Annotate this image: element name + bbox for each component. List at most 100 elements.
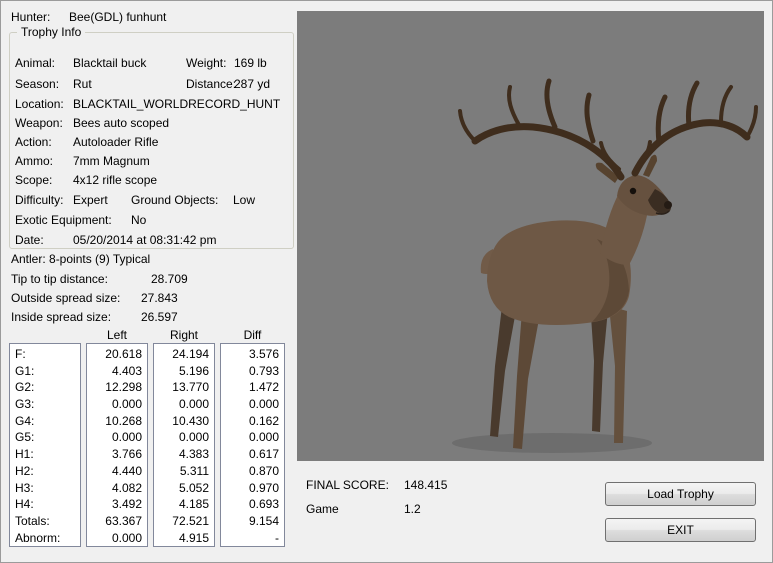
ground-objects-label: Ground Objects: [131,193,218,208]
hunter-value: Bee(GDL) funhunt [69,10,166,25]
diff-value: 0.693 [221,496,284,513]
diff-value: 9.154 [221,513,284,530]
outside-spread-label: Outside spread size: [11,291,120,306]
row-label: G3: [10,396,80,413]
left-value: 12.298 [87,379,147,396]
animal-value: Blacktail buck [73,56,146,71]
left-values-list: 20.618 4.403 12.298 0.000 10.268 0.000 3… [86,343,148,547]
season-label: Season: [15,77,59,92]
left-value: 0.000 [87,429,147,446]
diff-value: - [221,530,284,547]
left-value: 3.766 [87,446,147,463]
measure-labels-list: F: G1: G2: G3: G4: G5: H1: H2: H3: H4: T… [9,343,81,547]
row-label: H1: [10,446,80,463]
weight-label: Weight: [186,56,226,71]
right-value: 4.185 [154,496,214,513]
right-value: 13.770 [154,379,214,396]
row-label: G1: [10,363,80,380]
diff-value: 0.162 [221,413,284,430]
col-header-right: Right [153,328,215,343]
exotic-equipment-value: No [131,213,146,228]
right-value: 5.311 [154,463,214,480]
row-label: G5: [10,429,80,446]
left-value: 63.367 [87,513,147,530]
col-header-left: Left [86,328,148,343]
right-value: 10.430 [154,413,214,430]
diff-value: 3.576 [221,346,284,363]
diff-values-list: 3.576 0.793 1.472 0.000 0.162 0.000 0.61… [220,343,285,547]
row-label: H4: [10,496,80,513]
row-label: G4: [10,413,80,430]
inside-spread-label: Inside spread size: [11,310,111,325]
left-value: 20.618 [87,346,147,363]
right-values-list: 24.194 5.196 13.770 0.000 10.430 0.000 4… [153,343,215,547]
trophy-window: Hunter: Bee(GDL) funhunt Trophy Info Ani… [0,0,773,563]
tip-to-tip-label: Tip to tip distance: [11,272,108,287]
date-value: 05/20/2014 at 08:31:42 pm [73,233,216,248]
season-value: Rut [73,77,92,92]
weight-value: 169 lb [234,56,267,71]
left-value: 4.082 [87,480,147,497]
trophy-info-title: Trophy Info [17,25,85,40]
hunter-label: Hunter: [11,10,50,25]
trophy-3d-viewer[interactable] [297,11,764,461]
right-value: 5.052 [154,480,214,497]
final-score-value: 148.415 [404,478,447,493]
location-value: BLACKTAIL_WORLDRECORD_HUNT [73,97,280,112]
row-label: Abnorm: [10,530,80,547]
game-value: 1.2 [404,502,421,517]
row-label: G2: [10,379,80,396]
right-value: 0.000 [154,429,214,446]
right-value: 5.196 [154,363,214,380]
right-value: 24.194 [154,346,214,363]
outside-spread-value: 27.843 [141,291,178,306]
ground-objects-value: Low [233,193,255,208]
location-label: Location: [15,97,64,112]
inside-spread-value: 26.597 [141,310,178,325]
left-value: 0.000 [87,530,147,547]
distance-label: Distance: [186,77,236,92]
left-value: 4.440 [87,463,147,480]
row-label: F: [10,346,80,363]
weapon-value: Bees auto scoped [73,116,169,131]
antler-summary: Antler: 8-points (9) Typical [11,252,150,267]
load-trophy-button[interactable]: Load Trophy [605,482,756,506]
row-label: H2: [10,463,80,480]
ammo-label: Ammo: [15,154,53,169]
weapon-label: Weapon: [15,116,63,131]
deer-render [297,11,764,461]
diff-value: 0.870 [221,463,284,480]
difficulty-label: Difficulty: [15,193,63,208]
row-label: H3: [10,480,80,497]
tip-to-tip-value: 28.709 [151,272,188,287]
row-label: Totals: [10,513,80,530]
animal-label: Animal: [15,56,55,71]
scope-label: Scope: [15,173,52,188]
game-label: Game [306,502,339,517]
action-label: Action: [15,135,52,150]
exit-button[interactable]: EXIT [605,518,756,542]
right-value: 0.000 [154,396,214,413]
diff-value: 0.000 [221,429,284,446]
left-value: 3.492 [87,496,147,513]
diff-value: 0.617 [221,446,284,463]
difficulty-value: Expert [73,193,108,208]
left-value: 4.403 [87,363,147,380]
final-score-label: FINAL SCORE: [306,478,389,493]
distance-value: 287 yd [234,77,270,92]
right-value: 4.915 [154,530,214,547]
diff-value: 0.793 [221,363,284,380]
ammo-value: 7mm Magnum [73,154,150,169]
diff-value: 0.000 [221,396,284,413]
col-header-diff: Diff [220,328,285,343]
left-value: 0.000 [87,396,147,413]
right-value: 4.383 [154,446,214,463]
diff-value: 1.472 [221,379,284,396]
action-value: Autoloader Rifle [73,135,158,150]
right-value: 72.521 [154,513,214,530]
scope-value: 4x12 rifle scope [73,173,157,188]
diff-value: 0.970 [221,480,284,497]
exotic-equipment-label: Exotic Equipment: [15,213,112,228]
date-label: Date: [15,233,44,248]
left-value: 10.268 [87,413,147,430]
